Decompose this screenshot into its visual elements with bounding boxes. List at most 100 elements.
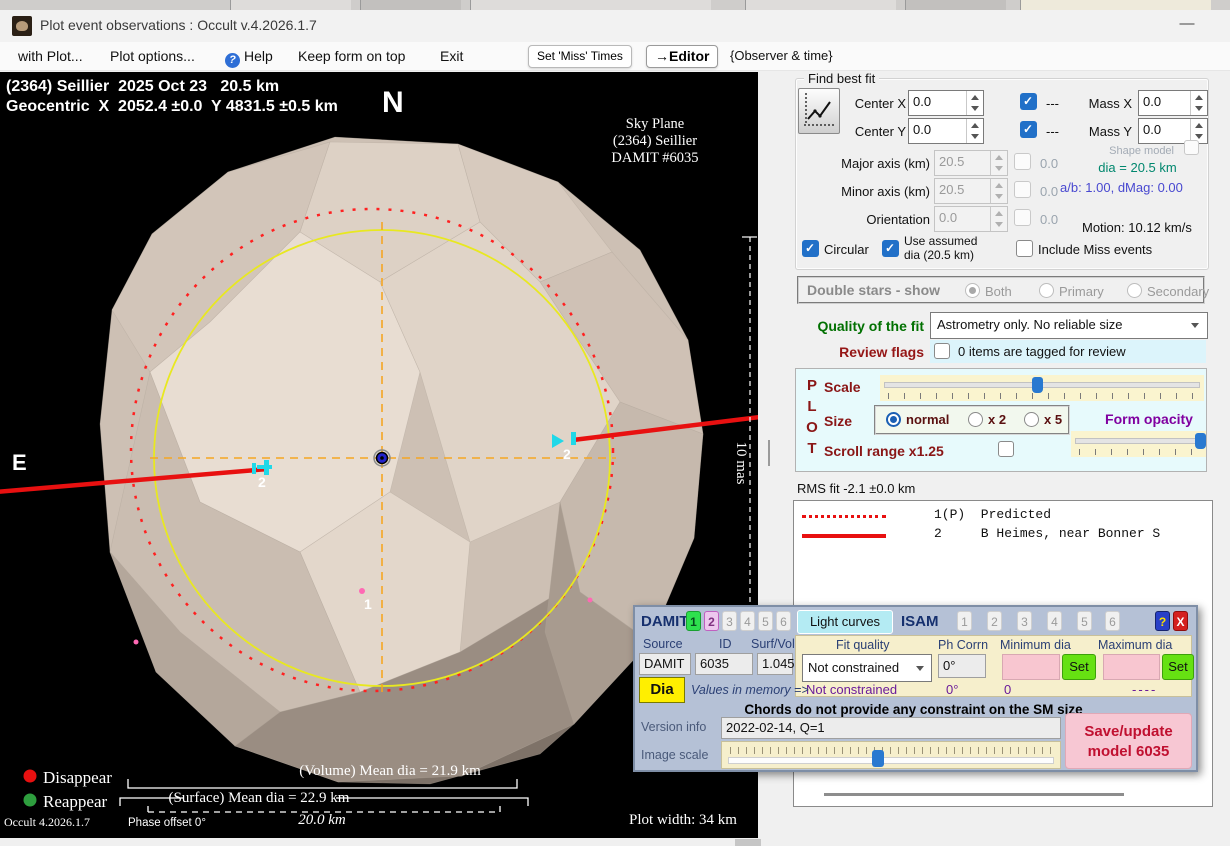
menu-keep-form-on-top[interactable]: Keep form on top [298, 42, 405, 70]
ph-corrn-field[interactable]: 0° [938, 654, 986, 678]
background-fragment [745, 0, 896, 10]
image-scale-thumb[interactable] [872, 750, 884, 767]
mass-x-spinner[interactable]: 0.0 [1138, 90, 1208, 116]
source-value-field[interactable]: DAMIT [639, 653, 691, 675]
dia-button[interactable]: Dia [639, 677, 685, 703]
damit-model-1-button[interactable]: 1 [686, 611, 701, 631]
save-update-model-button[interactable]: Save/update model 6035 [1065, 713, 1192, 769]
dia-text: dia = 20.5 km [1070, 160, 1205, 176]
center-y-spinner[interactable]: 0.0 [908, 118, 984, 144]
menu-with-plot[interactable]: with Plot... [18, 42, 83, 70]
center-y-checkbox[interactable] [1020, 121, 1037, 138]
use-assumed-line2: dia (20.5 km) [904, 248, 977, 262]
title-bar: Plot event observations : Occult v.4.202… [0, 10, 1230, 42]
form-opacity-ticks [1079, 449, 1198, 455]
form-opacity-slider[interactable] [1071, 431, 1206, 457]
legend-hscrollbar[interactable] [824, 793, 1124, 796]
orientation-aux: 0.0 [1040, 212, 1058, 228]
include-miss-checkbox[interactable] [1016, 240, 1033, 257]
quality-combobox[interactable]: Astrometry only. No reliable size [930, 312, 1208, 339]
damit-model-4-button[interactable]: 4 [740, 611, 755, 631]
maximum-dia-field[interactable] [1103, 654, 1160, 680]
menu-plot-options[interactable]: Plot options... [110, 42, 195, 70]
orientation-spinner[interactable]: 0.0 [934, 206, 1008, 232]
minimum-dia-field[interactable] [1002, 654, 1060, 680]
damit-model-3-button[interactable]: 3 [722, 611, 737, 631]
size-radio-x2[interactable] [968, 412, 983, 427]
plot-letter: P [805, 375, 819, 396]
km-scale-label: 20.0 km [298, 812, 346, 828]
plot-title-line1: (2364) Seillier 2025 Oct 23 20.5 km [6, 78, 279, 96]
legend-row-text: 1(P) Predicted [934, 507, 1051, 522]
review-flags-checkbox[interactable] [934, 343, 950, 359]
isam-model-5-button[interactable]: 5 [1077, 611, 1092, 631]
surfvol-value-field[interactable]: 1.045 [757, 653, 793, 675]
plot-width-label: Plot width: 34 km [629, 812, 737, 828]
form-opacity-thumb[interactable] [1195, 433, 1206, 449]
double-stars-radio-primary[interactable] [1039, 283, 1054, 298]
menu-help[interactable]: Help [225, 42, 273, 70]
damit-model-6-button[interactable]: 6 [776, 611, 791, 631]
isam-model-1-button[interactable]: 1 [957, 611, 972, 631]
double-stars-radio-both[interactable] [965, 283, 980, 298]
damit-model-5-button[interactable]: 5 [758, 611, 773, 631]
save-button-line2: model 6035 [1066, 742, 1191, 762]
isam-model-4-button[interactable]: 4 [1047, 611, 1062, 631]
chord-tick [252, 463, 256, 474]
major-axis-aux: 0.0 [1040, 156, 1058, 172]
plot-vertical-label: P L O T [805, 375, 819, 459]
circular-checkbox[interactable] [802, 240, 819, 257]
use-assumed-checkbox[interactable] [882, 240, 899, 257]
major-axis-spinner[interactable]: 20.5 [934, 150, 1008, 176]
damit-model-2-button[interactable]: 2 [704, 611, 719, 631]
editor-button[interactable]: →Editor [646, 45, 718, 68]
damit-help-button[interactable]: ? [1155, 611, 1170, 631]
background-fragment [360, 0, 461, 10]
id-value-field[interactable]: 6035 [695, 653, 753, 675]
light-curves-button[interactable]: Light curves [797, 610, 893, 634]
set-minimum-button[interactable]: Set [1062, 654, 1096, 680]
asteroid-shape-model [100, 137, 703, 784]
image-scale-slider[interactable] [721, 741, 1061, 769]
menu-help-label: Help [244, 48, 273, 64]
damit-close-button[interactable]: X [1173, 611, 1188, 631]
sky-plane-line: DAMIT #6035 [560, 150, 750, 167]
menu-exit[interactable]: Exit [440, 42, 463, 70]
major-axis-checkbox[interactable] [1014, 153, 1031, 170]
observer-time-label: {Observer & time} [730, 42, 833, 70]
scale-slider-thumb[interactable] [1032, 377, 1043, 393]
size-x2-label: x 2 [988, 412, 1006, 427]
isam-model-2-button[interactable]: 2 [987, 611, 1002, 631]
size-radio-x5[interactable] [1024, 412, 1039, 427]
double-stars-radio-secondary[interactable] [1127, 283, 1142, 298]
scrollbar-nub[interactable] [735, 839, 761, 846]
include-miss-label: Include Miss events [1038, 242, 1152, 258]
scale-slider[interactable] [880, 375, 1204, 401]
scroll-range-checkbox[interactable] [998, 441, 1014, 457]
splitter-handle[interactable] [768, 440, 770, 466]
set-maximum-button[interactable]: Set [1162, 654, 1194, 680]
shape-model-checkbox[interactable] [1184, 140, 1199, 155]
center-marker [374, 450, 390, 466]
legend-disappear-label: Disappear [43, 768, 112, 787]
image-scale-track [728, 757, 1054, 764]
center-y-label: Center Y [840, 124, 906, 140]
version-info-field[interactable]: 2022-02-14, Q=1 [721, 717, 1061, 739]
fit-chart-button[interactable] [798, 88, 840, 134]
plot-letter: L [805, 396, 819, 417]
chord-2-right-label: 2 [563, 446, 571, 462]
legend-row-text: 2 B Heimes, near Bonner S [934, 526, 1160, 541]
minor-axis-checkbox[interactable] [1014, 181, 1031, 198]
orientation-checkbox[interactable] [1014, 209, 1031, 226]
isam-model-3-button[interactable]: 3 [1017, 611, 1032, 631]
fit-quality-dropdown[interactable]: Not constrained [802, 654, 932, 682]
occult-plot-window: Plot event observations : Occult v.4.202… [0, 0, 1230, 846]
size-radio-normal[interactable] [886, 412, 901, 427]
set-miss-times-button[interactable]: Set 'Miss' Times [528, 45, 632, 68]
minor-axis-spinner[interactable]: 20.5 [934, 178, 1008, 204]
center-x-spinner[interactable]: 0.0 [908, 90, 984, 116]
size-normal-label: normal [906, 412, 949, 427]
minimize-button[interactable]: — [1172, 12, 1202, 38]
isam-model-6-button[interactable]: 6 [1105, 611, 1120, 631]
center-x-checkbox[interactable] [1020, 93, 1037, 110]
